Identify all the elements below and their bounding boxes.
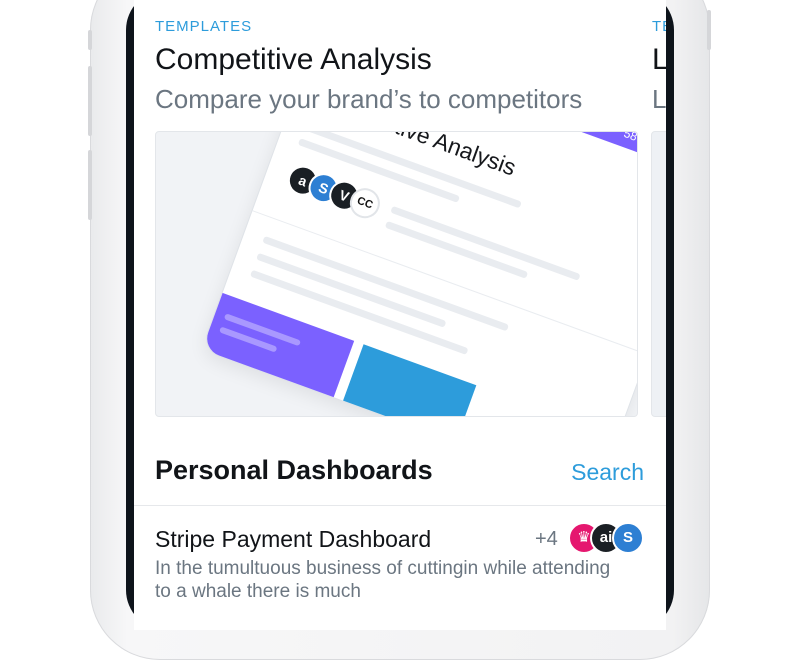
phone-screen: TEMPLATES Competitive Analysis Compare y… [134,0,666,630]
placeholder-line [390,205,581,281]
battery-percent: 58 % [621,131,638,149]
mute-switch [88,30,92,50]
next-card-title: L [652,43,666,76]
placeholder-line [262,235,509,332]
next-card-preview [651,131,666,417]
next-card-subtitle: L [652,84,666,114]
mini-phone-preview: 58 % Competitive Analysis ••• a S V CC [202,131,638,416]
next-card-eyebrow: TE [652,18,666,35]
card-title: Competitive Analysis [155,43,432,76]
power-button [707,10,711,50]
volume-up-button [88,66,92,136]
member-avatar: S [612,522,644,554]
template-preview[interactable]: 58 % Competitive Analysis ••• a S V CC [155,131,638,417]
section-divider [134,505,666,506]
extra-members-count: +4 [535,528,558,550]
dashboard-description: In the tumultuous business of cuttingin … [155,558,611,602]
blue-widget [332,344,477,416]
dashboard-title: Stripe Payment Dashboard [155,526,432,552]
volume-down-button [88,150,92,220]
purple-widget [202,289,355,416]
card-eyebrow: TEMPLATES [155,18,253,35]
section-title: Personal Dashboards [155,455,433,485]
search-link[interactable]: Search [571,459,644,486]
card-subtitle: Compare your brand’s to competitors [155,84,583,114]
more-icon: ••• [637,193,638,220]
